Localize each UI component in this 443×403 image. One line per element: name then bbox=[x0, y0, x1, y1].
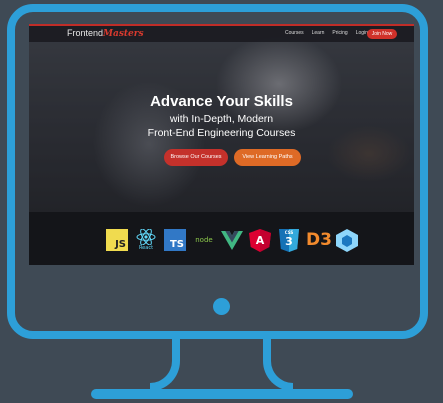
logo-suffix: Masters bbox=[103, 29, 144, 39]
hero-subline-2: Front-End Engineering Courses bbox=[147, 127, 296, 139]
monitor-stand-right bbox=[263, 339, 293, 391]
javascript-icon: JS bbox=[106, 229, 128, 251]
d3-icon: D3 bbox=[306, 230, 332, 250]
react-icon: React bbox=[135, 229, 157, 251]
monitor-base bbox=[91, 389, 353, 399]
join-now-button[interactable]: Join Now bbox=[367, 29, 397, 39]
logo[interactable]: FrontendMasters bbox=[67, 28, 144, 39]
nav-link-courses[interactable]: Courses bbox=[285, 30, 304, 36]
vue-icon bbox=[221, 229, 243, 251]
nav-link-learn[interactable]: Learn bbox=[312, 30, 325, 36]
css3-icon: CSS 3 bbox=[278, 228, 300, 252]
top-navbar: FrontendMasters Courses Learn Pricing Lo… bbox=[29, 24, 414, 42]
nodejs-icon: node bbox=[195, 236, 213, 244]
browse-courses-button[interactable]: Browse Our Courses bbox=[164, 149, 228, 166]
nav-link-pricing[interactable]: Pricing bbox=[332, 30, 347, 36]
power-button-icon bbox=[213, 298, 230, 315]
webpack-icon bbox=[336, 228, 358, 252]
hero-headline: Advance Your Skills bbox=[150, 93, 293, 110]
react-label: React bbox=[138, 245, 154, 251]
angular-icon: A bbox=[249, 228, 271, 252]
technology-logos-bar: JS React TS node A CSS 3 D3 bbox=[29, 212, 414, 265]
hero-subline-1: with In-Depth, Modern bbox=[169, 113, 274, 125]
nav-links: Courses Learn Pricing Login bbox=[285, 30, 368, 36]
learning-paths-button[interactable]: View Learning Paths bbox=[234, 149, 301, 166]
logo-prefix: Frontend bbox=[67, 28, 104, 38]
typescript-icon: TS bbox=[164, 229, 186, 251]
monitor-stand-left bbox=[150, 339, 180, 391]
website-screen: FrontendMasters Courses Learn Pricing Lo… bbox=[29, 24, 414, 265]
